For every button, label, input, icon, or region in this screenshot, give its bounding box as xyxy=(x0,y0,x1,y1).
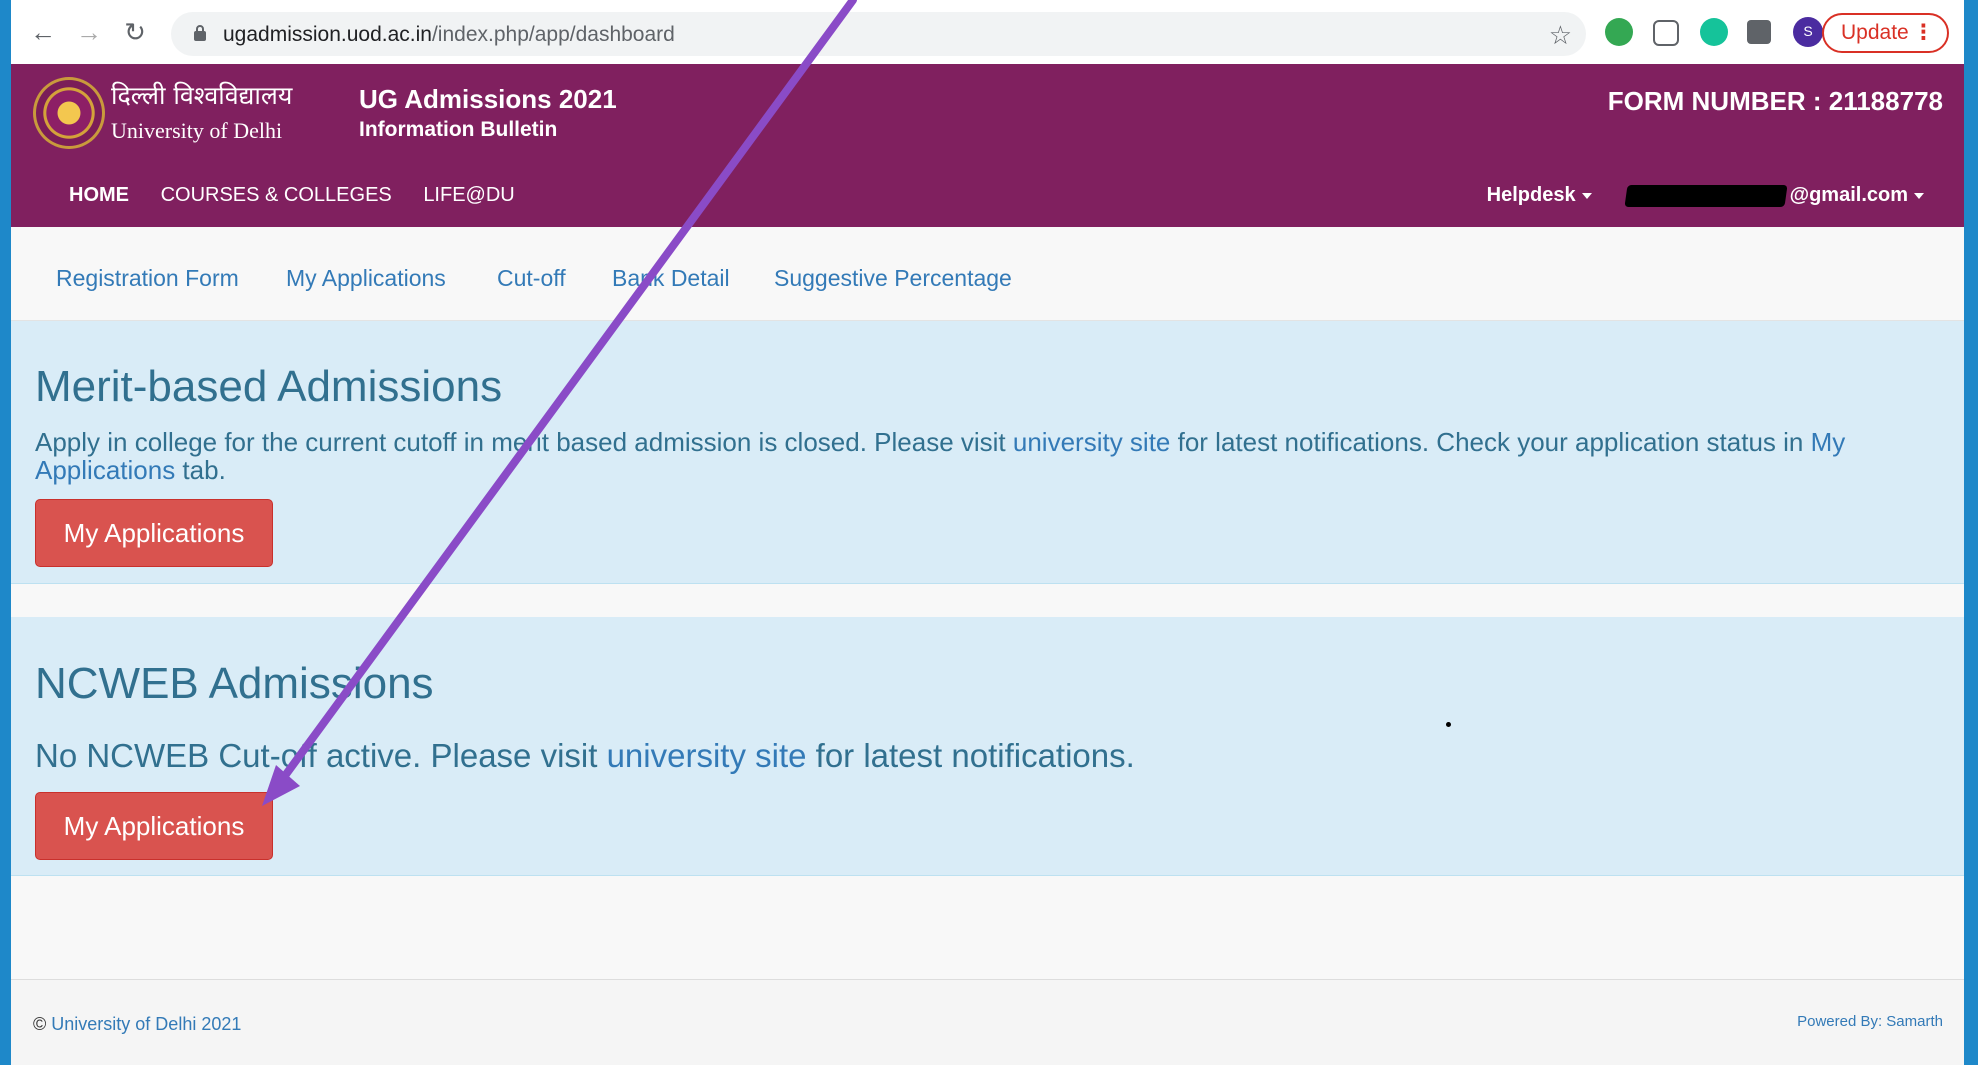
university-name-english: University of Delhi xyxy=(111,118,283,143)
forward-arrow-icon[interactable]: → xyxy=(73,16,105,48)
tab-bank-detail[interactable]: Bank Detail xyxy=(612,265,730,292)
browser-toolbar: ← → ↻ ugadmission.uod.ac.in/index.php/ap… xyxy=(11,0,1964,65)
merit-title: Merit-based Admissions xyxy=(35,362,503,411)
reload-icon[interactable]: ↻ xyxy=(119,16,151,48)
copyright: © University of Delhi 2021 xyxy=(33,1014,242,1034)
tab-registration-form[interactable]: Registration Form xyxy=(56,265,239,292)
merit-my-applications-button[interactable]: My Applications xyxy=(35,499,273,567)
tab-cut-off[interactable]: Cut-off xyxy=(497,265,566,292)
university-site-link[interactable]: university site xyxy=(1013,427,1171,457)
site-header: दिल्ली विश्वविद्यालय University of Delhi… xyxy=(11,64,1964,227)
more-menu-icon: ⋮ xyxy=(1913,21,1934,44)
tab-suggestive-percentage[interactable]: Suggestive Percentage xyxy=(774,265,1012,292)
add-extension-icon[interactable] xyxy=(1605,18,1633,46)
university-site-link[interactable]: university site xyxy=(607,737,807,774)
app-subtitle[interactable]: Information Bulletin xyxy=(359,118,557,142)
ncweb-description: No NCWEB Cut-off active. Please visit un… xyxy=(35,737,1135,774)
pocket-icon[interactable] xyxy=(1653,20,1679,46)
app-title: UG Admissions 2021 xyxy=(359,84,617,114)
ncweb-title: NCWEB Admissions xyxy=(35,659,434,708)
ncweb-admissions-panel: NCWEB Admissions No NCWEB Cut-off active… xyxy=(11,617,1964,876)
account-nav: Helpdesk @gmail.com xyxy=(1487,184,1924,207)
dashboard-tabs: Registration Form My Applications Cut-of… xyxy=(11,227,1964,321)
caret-down-icon xyxy=(1581,192,1592,199)
back-arrow-icon[interactable]: ← xyxy=(27,16,59,48)
nav-courses-colleges[interactable]: COURSES & COLLEGES xyxy=(161,184,392,206)
extensions-puzzle-icon[interactable] xyxy=(1747,20,1771,44)
page-footer: © University of Delhi 2021 Powered By: S… xyxy=(11,979,1964,1065)
ncweb-my-applications-button[interactable]: My Applications xyxy=(35,792,273,860)
main-nav: HOME COURSES & COLLEGES LIFE@DU xyxy=(69,184,541,207)
stray-dot xyxy=(1446,722,1451,727)
profile-avatar[interactable]: S xyxy=(1793,17,1823,47)
bookmark-star-icon[interactable]: ☆ xyxy=(1549,20,1572,51)
form-number: FORM NUMBER : 21188778 xyxy=(1607,86,1943,116)
lock-icon xyxy=(194,25,206,41)
address-bar[interactable]: ugadmission.uod.ac.in/index.php/app/dash… xyxy=(171,12,1586,56)
merit-admissions-panel: Merit-based Admissions Apply in college … xyxy=(11,321,1964,584)
update-button[interactable]: Update ⋮ xyxy=(1822,13,1949,53)
merit-description: Apply in college for the current cutoff … xyxy=(35,427,1846,485)
copyright-link[interactable]: University of Delhi 2021 xyxy=(51,1014,241,1034)
tab-my-applications[interactable]: My Applications xyxy=(286,265,446,292)
caret-down-icon xyxy=(1914,192,1924,199)
user-email-dropdown[interactable]: @gmail.com xyxy=(1790,184,1924,207)
redacted-email xyxy=(1624,184,1788,207)
helpdesk-dropdown[interactable]: Helpdesk xyxy=(1487,184,1592,207)
url-text: ugadmission.uod.ac.in/index.php/app/dash… xyxy=(223,23,675,46)
powered-by-link[interactable]: Powered By: Samarth xyxy=(1797,1013,1943,1030)
nav-home[interactable]: HOME xyxy=(69,184,129,206)
university-name-hindi: दिल्ली विश्वविद्यालय xyxy=(111,81,293,110)
browser-window: ← → ↻ ugadmission.uod.ac.in/index.php/ap… xyxy=(11,0,1964,1065)
grammarly-icon[interactable] xyxy=(1700,18,1728,46)
nav-life-du[interactable]: LIFE@DU xyxy=(423,184,514,206)
university-seal-logo[interactable] xyxy=(33,77,105,149)
